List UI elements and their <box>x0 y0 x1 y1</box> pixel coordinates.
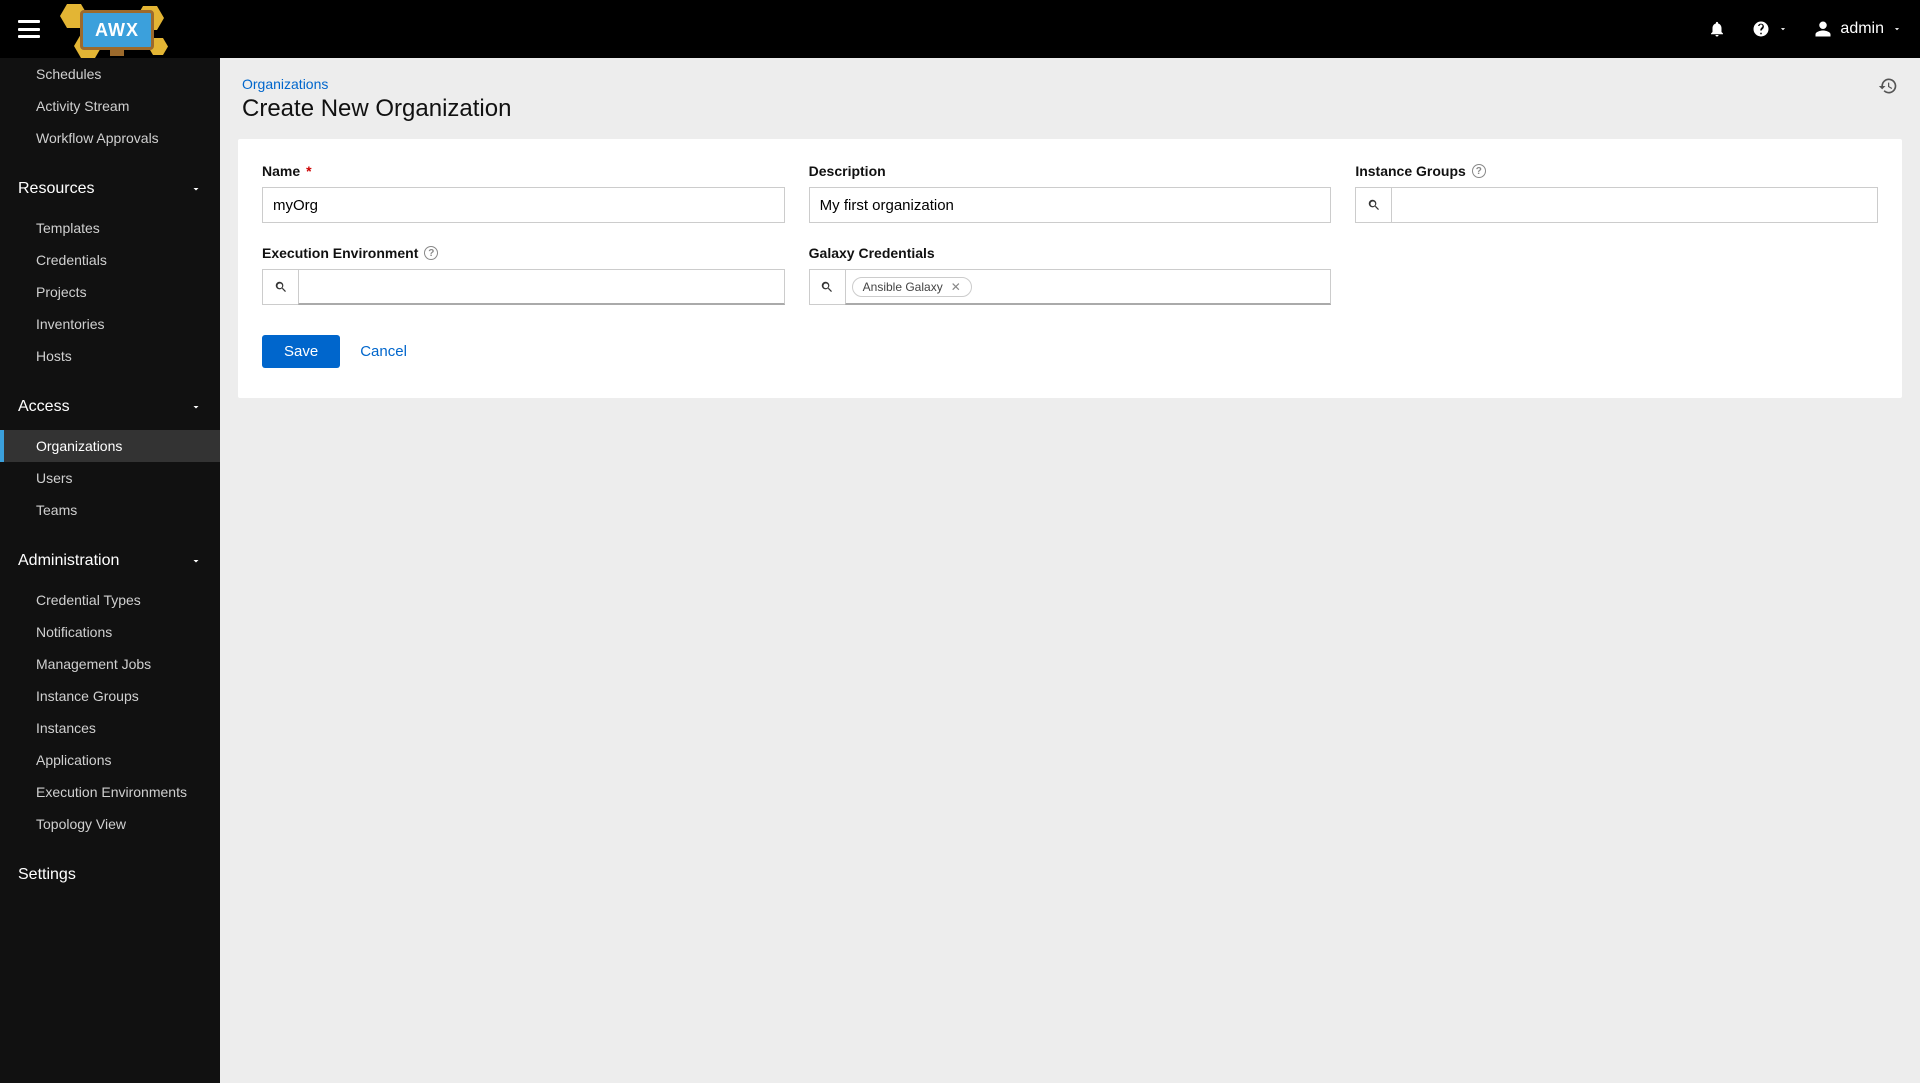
exec-env-input[interactable] <box>298 269 785 305</box>
sidebar-item-credential-types[interactable]: Credential Types <box>0 584 220 616</box>
menu-toggle-icon[interactable] <box>18 20 40 38</box>
sidebar-item-templates[interactable]: Templates <box>0 212 220 244</box>
instance-groups-label: Instance Groups <box>1355 163 1465 179</box>
chip-label: Ansible Galaxy <box>863 280 943 294</box>
field-execution-environment: Execution Environment? <box>262 245 785 305</box>
sidebar-section-settings[interactable]: Settings <box>0 852 220 898</box>
sidebar-item-instances[interactable]: Instances <box>0 712 220 744</box>
sidebar-item-users[interactable]: Users <box>0 462 220 494</box>
notifications-icon[interactable] <box>1708 20 1726 38</box>
sidebar-section-administration[interactable]: Administration <box>0 538 220 584</box>
sidebar-item-execution-environments[interactable]: Execution Environments <box>0 776 220 808</box>
sidebar-section-resources[interactable]: Resources <box>0 166 220 212</box>
user-icon <box>1814 20 1832 38</box>
sidebar-item-applications[interactable]: Applications <box>0 744 220 776</box>
sidebar-item-credentials[interactable]: Credentials <box>0 244 220 276</box>
sidebar-item-notifications[interactable]: Notifications <box>0 616 220 648</box>
main-content: Organizations Create New Organization Na… <box>220 58 1920 1083</box>
galaxy-label: Galaxy Credentials <box>809 245 935 261</box>
field-name: Name * <box>262 163 785 223</box>
chevron-down-icon <box>190 401 202 413</box>
galaxy-chip: Ansible Galaxy ✕ <box>852 277 972 297</box>
sidebar-item-topology-view[interactable]: Topology View <box>0 808 220 840</box>
help-icon[interactable]: ? <box>1472 164 1486 178</box>
save-button[interactable]: Save <box>262 335 340 368</box>
help-icon[interactable]: ? <box>424 246 438 260</box>
description-label: Description <box>809 163 886 179</box>
field-description: Description <box>809 163 1332 223</box>
sidebar-item-inventories[interactable]: Inventories <box>0 308 220 340</box>
instance-groups-search-icon[interactable] <box>1355 187 1391 223</box>
top-bar: AWX admin <box>0 0 1920 58</box>
sidebar-section-label: Administration <box>18 552 119 570</box>
chip-remove-icon[interactable]: ✕ <box>951 280 961 294</box>
form-card: Name * Description Instance Groups? <box>238 139 1902 398</box>
username: admin <box>1840 20 1884 38</box>
user-menu[interactable]: admin <box>1814 20 1902 38</box>
sidebar-section-label: Access <box>18 398 70 416</box>
cancel-button[interactable]: Cancel <box>360 343 407 360</box>
name-input[interactable] <box>262 187 785 223</box>
name-label: Name <box>262 163 300 179</box>
galaxy-input[interactable]: Ansible Galaxy ✕ <box>845 269 1332 305</box>
app-logo[interactable]: AWX <box>60 4 170 54</box>
page-title: Create New Organization <box>242 95 511 123</box>
chevron-down-icon <box>190 555 202 567</box>
history-icon[interactable] <box>1878 76 1898 96</box>
page-header: Organizations Create New Organization <box>242 76 1898 123</box>
field-instance-groups: Instance Groups? <box>1355 163 1878 223</box>
help-icon[interactable] <box>1752 20 1788 38</box>
caret-down-icon <box>1892 24 1902 34</box>
sidebar-item-projects[interactable]: Projects <box>0 276 220 308</box>
logo-text: AWX <box>80 10 154 50</box>
field-galaxy-credentials: Galaxy Credentials Ansible Galaxy ✕ <box>809 245 1332 305</box>
galaxy-search-icon[interactable] <box>809 269 845 305</box>
sidebar: Schedules Activity Stream Workflow Appro… <box>0 58 220 1083</box>
sidebar-item-hosts[interactable]: Hosts <box>0 340 220 372</box>
sidebar-item-instance-groups[interactable]: Instance Groups <box>0 680 220 712</box>
topbar-left: AWX <box>18 4 170 54</box>
instance-groups-input[interactable] <box>1391 187 1878 223</box>
exec-env-search-icon[interactable] <box>262 269 298 305</box>
description-input[interactable] <box>809 187 1332 223</box>
sidebar-section-access[interactable]: Access <box>0 384 220 430</box>
sidebar-section-label: Resources <box>18 180 94 198</box>
form-actions: Save Cancel <box>262 335 1878 368</box>
sidebar-item-workflow-approvals[interactable]: Workflow Approvals <box>0 122 220 154</box>
sidebar-item-teams[interactable]: Teams <box>0 494 220 526</box>
breadcrumb[interactable]: Organizations <box>242 76 511 92</box>
topbar-right: admin <box>1708 20 1902 38</box>
caret-down-icon <box>1778 24 1788 34</box>
sidebar-item-activity-stream[interactable]: Activity Stream <box>0 90 220 122</box>
sidebar-item-management-jobs[interactable]: Management Jobs <box>0 648 220 680</box>
sidebar-item-schedules[interactable]: Schedules <box>0 58 220 90</box>
required-indicator: * <box>306 163 311 179</box>
chevron-down-icon <box>190 183 202 195</box>
exec-env-label: Execution Environment <box>262 245 418 261</box>
sidebar-item-organizations[interactable]: Organizations <box>0 430 220 462</box>
sidebar-section-label: Settings <box>18 866 76 884</box>
